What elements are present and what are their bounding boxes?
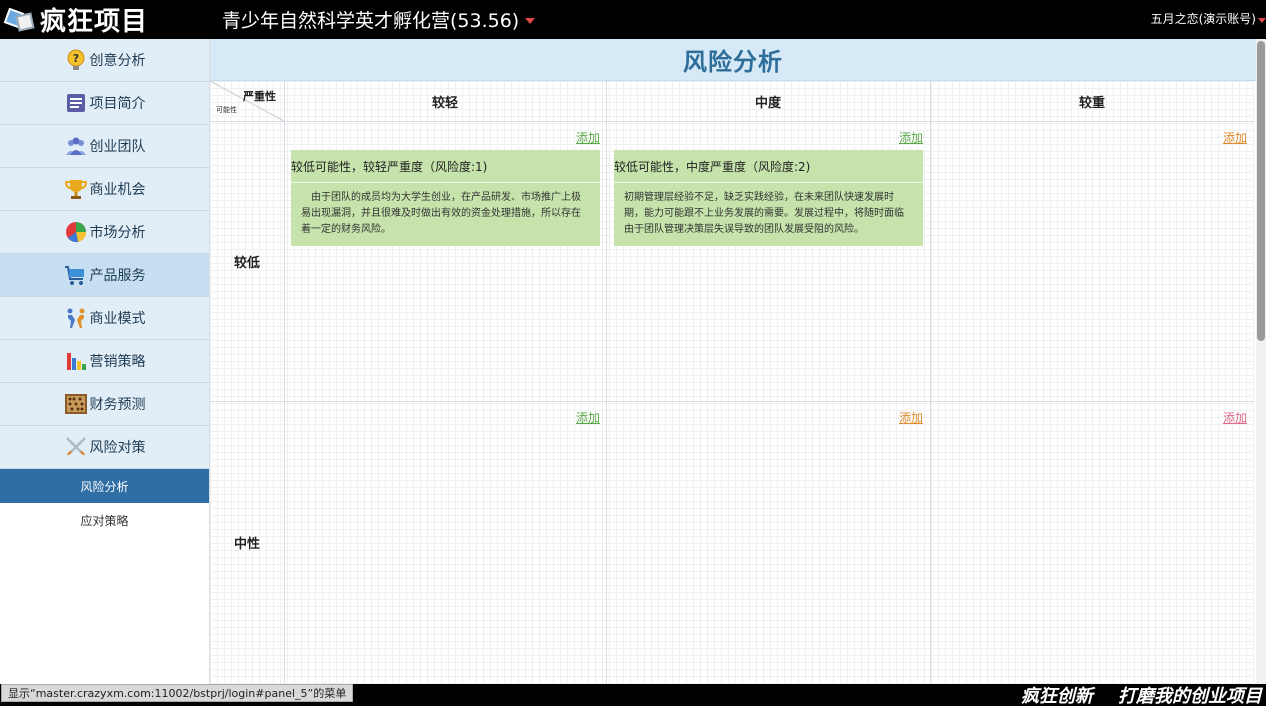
sidebar-item-label: 风险对策 <box>89 440 146 456</box>
sidebar-item-label: 创意分析 <box>89 53 146 69</box>
shopping-cart-icon <box>64 263 88 287</box>
risk-card[interactable]: 较低可能性，中度严重度（风险度:2) 初期管理层经验不足，缺乏实践经验，在未来团… <box>614 150 923 246</box>
page-header: 风险分析 <box>210 39 1256 81</box>
risk-matrix: 严重性 可能性 较轻 中度 较重 较低 中性 添加 添加 添加 添加 添加 添加… <box>210 81 1254 684</box>
add-risk-link[interactable]: 添加 <box>576 129 600 146</box>
sidebar-item-risk-countermeasure[interactable]: 风险对策 <box>0 426 209 469</box>
user-name: 五月之恋(演示账号) <box>1150 12 1256 26</box>
sidebar-item-label: 商业模式 <box>89 311 146 327</box>
grid-divider <box>210 401 1254 402</box>
cube-logo-icon <box>3 4 38 34</box>
pie-chart-icon <box>64 220 88 244</box>
sidebar-item-label: 项目简介 <box>89 96 146 112</box>
sidebar-subitem-risk-analysis[interactable]: 风险分析 <box>0 469 209 503</box>
risk-card-title: 较低可能性，中度严重度（风险度:2) <box>614 150 923 183</box>
add-risk-link[interactable]: 添加 <box>1223 409 1247 426</box>
sidebar-item-label: 营销策略 <box>89 354 146 370</box>
sidebar: ? 创意分析 项目简介 创业团队 商业机会 市场分析 产品服务 商业模式 营销策… <box>0 39 210 684</box>
column-header-moderate: 中度 <box>754 95 781 111</box>
row-header-low: 较低 <box>233 255 260 271</box>
column-header-severe: 较重 <box>1078 95 1105 111</box>
abacus-icon <box>64 392 88 416</box>
project-selector[interactable]: 青少年自然科学英才孵化营(53.56) <box>222 5 536 33</box>
severity-label: 严重性 <box>243 90 276 103</box>
vertical-scrollbar[interactable] <box>1256 39 1266 684</box>
add-risk-link[interactable]: 添加 <box>576 409 600 426</box>
lightbulb-question-icon: ? <box>64 48 88 72</box>
matrix-corner-header: 严重性 可能性 <box>210 81 284 121</box>
sidebar-item-label: 市场分析 <box>89 225 146 241</box>
svg-text:?: ? <box>72 52 78 65</box>
app-window: 疯狂项目 青少年自然科学英才孵化营(53.56) 五月之恋(演示账号) ? 创意… <box>0 0 1266 706</box>
add-risk-link[interactable]: 添加 <box>899 409 923 426</box>
document-list-icon <box>64 91 88 115</box>
sidebar-item-label: 创业团队 <box>89 139 146 155</box>
team-people-icon <box>64 134 88 158</box>
sidebar-item-business-model[interactable]: 商业模式 <box>0 297 209 340</box>
footer-slogan: 疯狂创新 打磨我的创业项目 <box>1020 686 1262 706</box>
sidebar-item-label: 产品服务 <box>89 268 146 284</box>
crossed-swords-icon <box>64 435 88 459</box>
sidebar-item-product-service[interactable]: 产品服务 <box>0 254 209 297</box>
handshake-icon <box>64 306 88 330</box>
caret-down-icon <box>1258 17 1266 23</box>
grid-divider <box>210 121 1254 122</box>
logo[interactable]: 疯狂项目 <box>3 3 149 37</box>
sidebar-item-startup-team[interactable]: 创业团队 <box>0 125 209 168</box>
sidebar-item-marketing-strategy[interactable]: 营销策略 <box>0 340 209 383</box>
risk-card-description: 初期管理层经验不足，缺乏实践经验，在未来团队快速发展时期，能力可能跟不上业务发展… <box>624 192 904 235</box>
sidebar-item-label: 财务预测 <box>89 397 146 413</box>
grid-divider <box>606 81 607 684</box>
possibility-label: 可能性 <box>216 106 237 114</box>
status-tooltip: 显示“master.crazyxm.com:11002/bstprj/login… <box>1 684 354 702</box>
add-risk-link[interactable]: 添加 <box>899 129 923 146</box>
sidebar-item-label: 商业机会 <box>89 182 146 198</box>
scrollbar-thumb[interactable] <box>1257 41 1265 341</box>
project-title: 青少年自然科学英才孵化营(53.56) <box>222 9 520 32</box>
logo-text: 疯狂项目 <box>40 6 149 37</box>
top-bar: 疯狂项目 青少年自然科学英才孵化营(53.56) 五月之恋(演示账号) <box>0 0 1266 39</box>
row-header-neutral: 中性 <box>233 537 260 552</box>
page-title: 风险分析 <box>683 48 783 76</box>
risk-card-description: 由于团队的成员均为大学生创业，在产品研发、市场推广上极易出现漏洞，并且很难及时做… <box>301 192 581 235</box>
caret-down-icon <box>525 17 536 24</box>
risk-card-title: 较低可能性，较轻严重度（风险度:1) <box>291 150 600 183</box>
risk-card[interactable]: 较低可能性，较轻严重度（风险度:1) 由于团队的成员均为大学生创业，在产品研发、… <box>291 150 600 246</box>
sidebar-subitem-countermeasures[interactable]: 应对策略 <box>0 503 209 537</box>
column-header-mild: 较轻 <box>431 95 458 111</box>
grid-divider <box>284 81 285 684</box>
grid-divider <box>930 81 931 684</box>
sidebar-item-creative-analysis[interactable]: ? 创意分析 <box>0 39 209 82</box>
user-menu[interactable]: 五月之恋(演示账号) <box>1151 10 1266 27</box>
add-risk-link[interactable]: 添加 <box>1223 129 1247 146</box>
trophy-icon <box>64 177 88 201</box>
main-content: 风险分析 严重性 可能性 较轻 中度 较重 较低 中性 添加 添加 添加 添加 … <box>210 39 1256 684</box>
bar-chart-icon <box>64 349 88 373</box>
sidebar-item-financial-forecast[interactable]: 财务预测 <box>0 383 209 426</box>
sidebar-item-project-intro[interactable]: 项目简介 <box>0 82 209 125</box>
sidebar-item-market-analysis[interactable]: 市场分析 <box>0 211 209 254</box>
sidebar-item-business-opportunity[interactable]: 商业机会 <box>0 168 209 211</box>
